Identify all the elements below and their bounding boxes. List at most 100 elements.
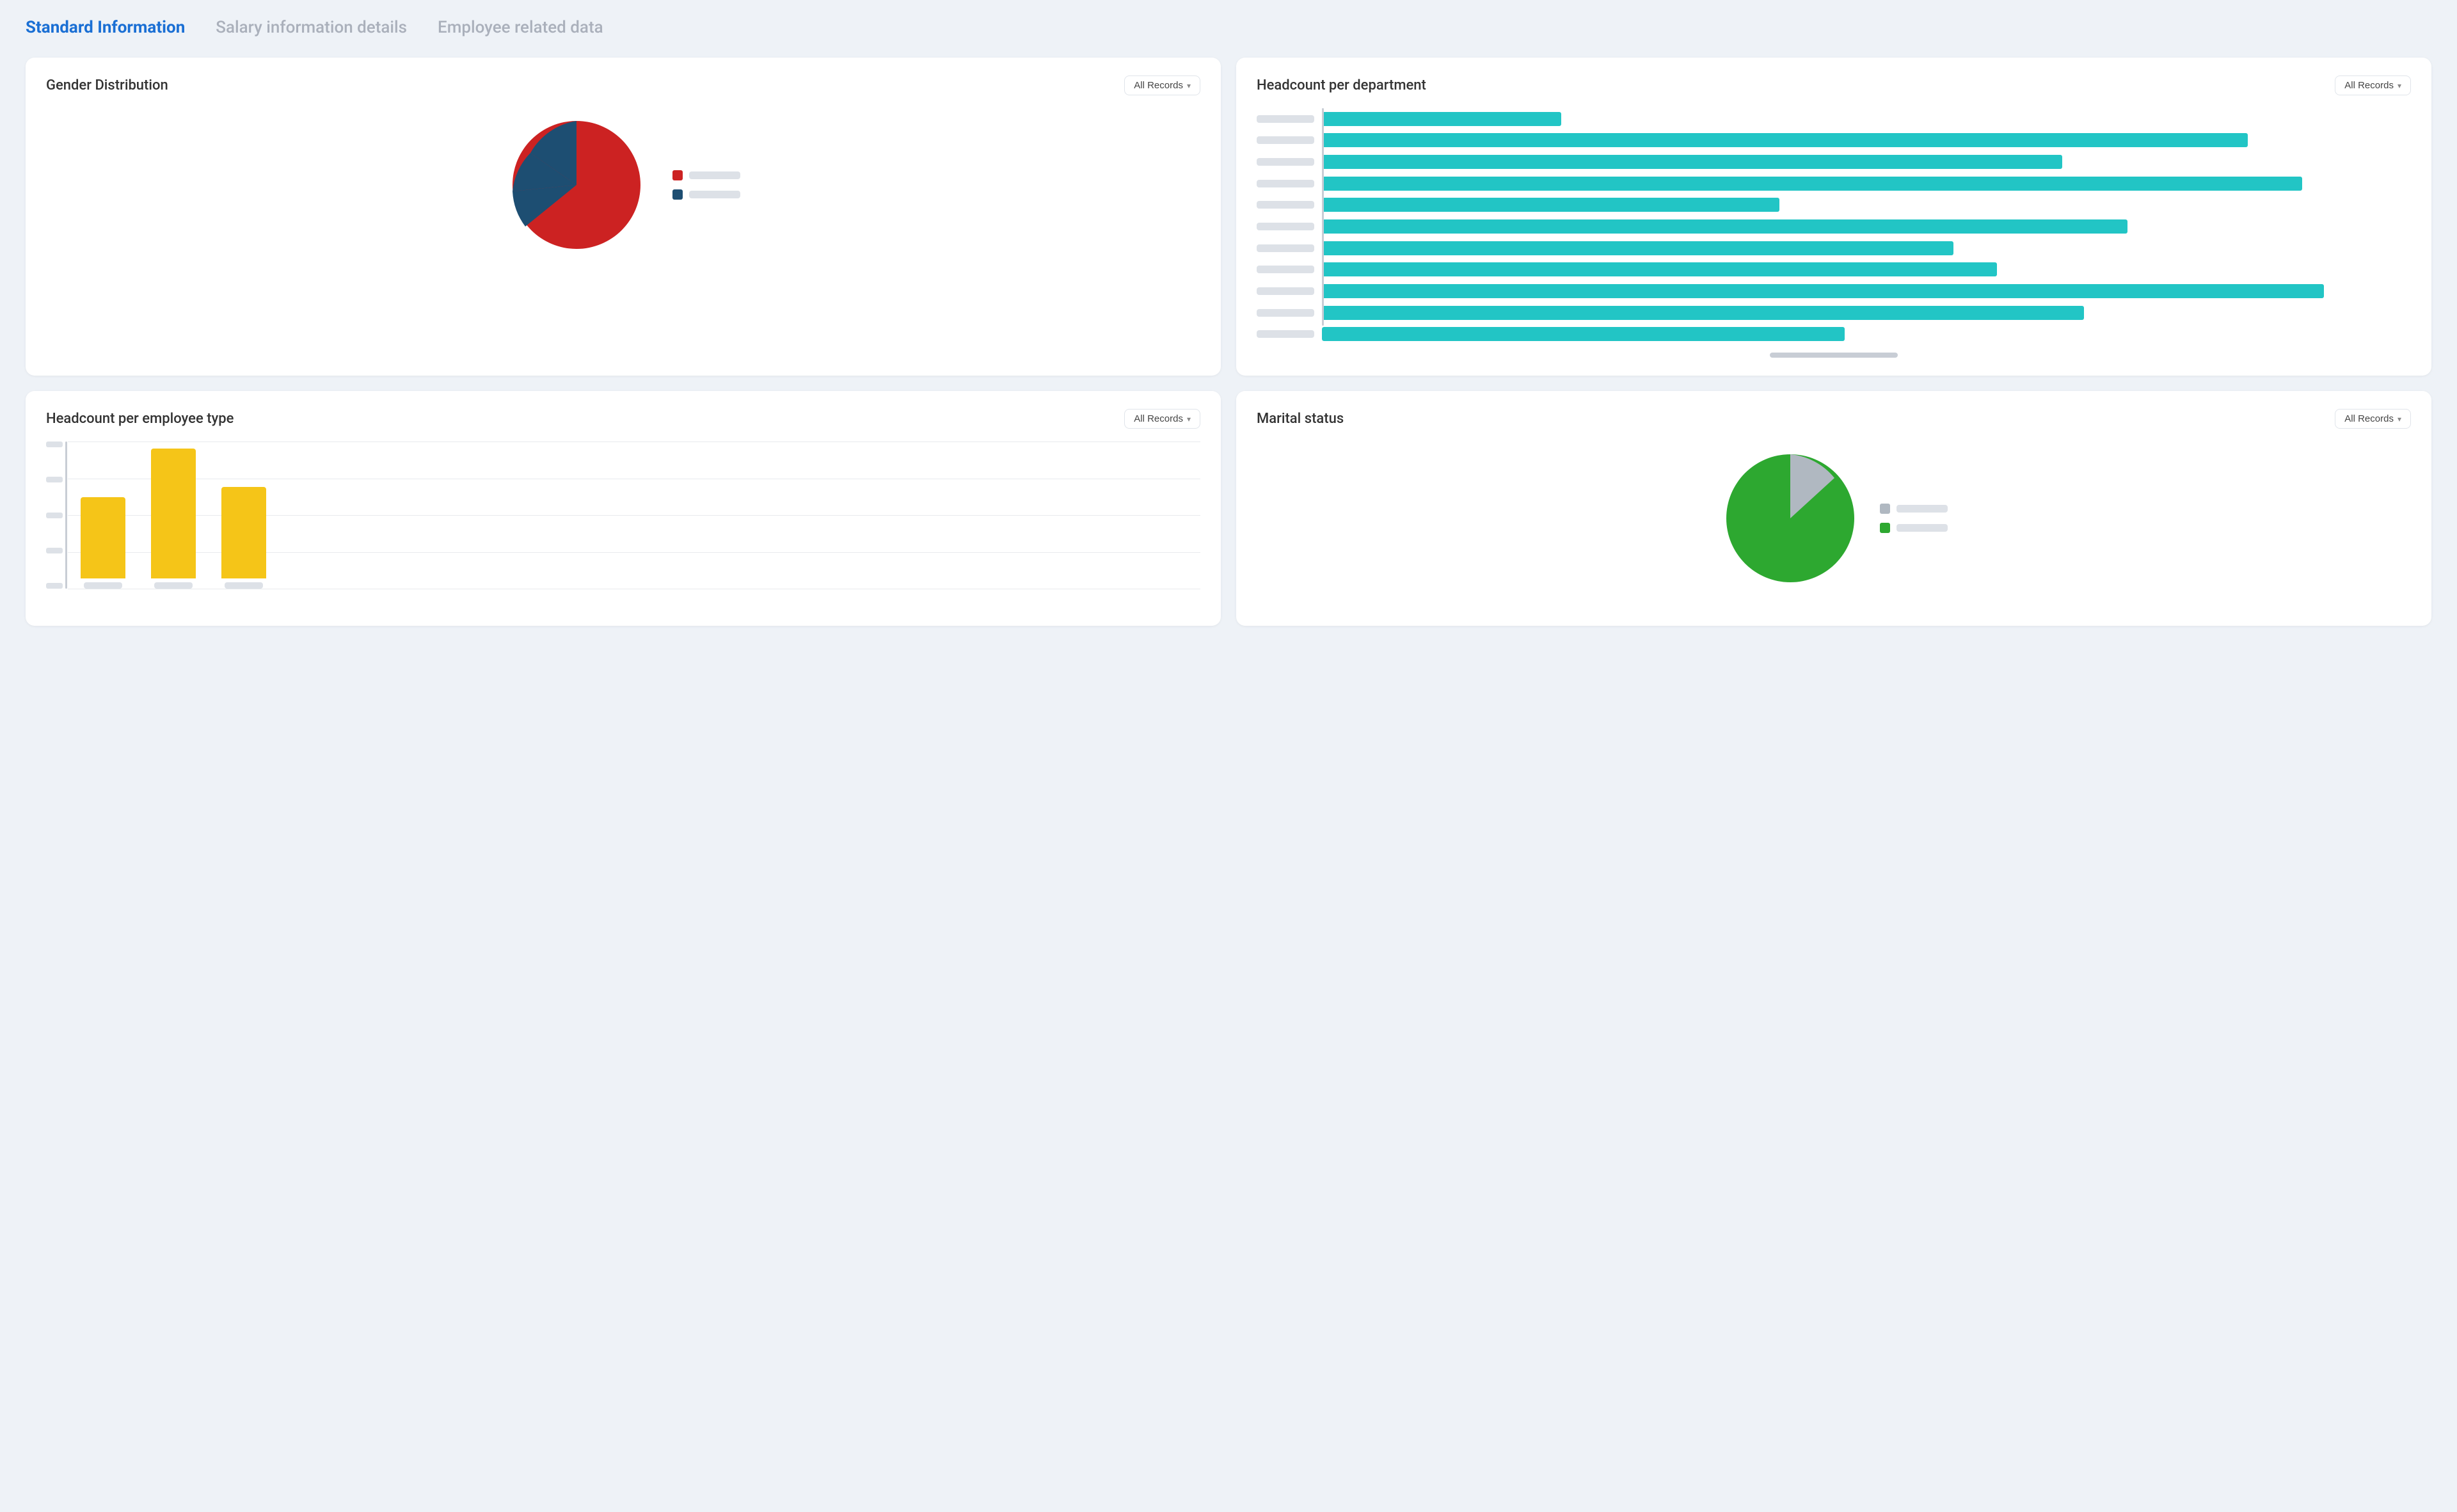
dept-bar-fill-11 — [1322, 327, 1845, 341]
marital-married-color — [1880, 523, 1890, 533]
marital-status-title: Marital status — [1257, 411, 1344, 427]
dept-bar-row-1 — [1257, 108, 2411, 130]
dept-bar-track-4 — [1322, 177, 2411, 191]
dept-bar-fill-8 — [1322, 262, 1997, 276]
gender-legend-female — [672, 170, 740, 180]
employee-type-bar-label-1 — [84, 582, 122, 589]
dept-bar-label-10 — [1257, 309, 1314, 317]
marital-legend — [1880, 504, 1948, 533]
gender-distribution-title: Gender Distribution — [46, 77, 168, 93]
gender-male-label — [689, 191, 740, 198]
dept-bar-track-11 — [1322, 327, 2411, 341]
dept-bar-track-3 — [1322, 155, 2411, 169]
headcount-dept-dropdown[interactable]: All Records ▾ — [2335, 76, 2411, 95]
headcount-dept-title: Headcount per department — [1257, 77, 1426, 93]
dept-bar-fill-4 — [1322, 177, 2302, 191]
dept-bar-fill-6 — [1322, 219, 2127, 234]
dept-bar-label-4 — [1257, 180, 1314, 187]
marital-single-label — [1896, 505, 1948, 513]
tab-salary-information[interactable]: Salary information details — [216, 18, 407, 40]
gender-distribution-dropdown[interactable]: All Records ▾ — [1124, 76, 1200, 95]
marital-pie-container — [1257, 442, 2411, 595]
dept-bar-fill-10 — [1322, 306, 2084, 320]
dept-bar-track-7 — [1322, 241, 2411, 255]
marital-status-header: Marital status All Records ▾ — [1257, 409, 2411, 429]
dept-bar-row-4 — [1257, 173, 2411, 195]
dept-bar-track-1 — [1322, 112, 2411, 126]
tabs-nav: Standard Information Salary information … — [26, 18, 2431, 40]
marital-status-dropdown-label: All Records — [2344, 413, 2394, 424]
employee-type-bar-label-2 — [154, 582, 193, 589]
headcount-dept-header: Headcount per department All Records ▾ — [1257, 76, 2411, 95]
dept-bar-label-1 — [1257, 115, 1314, 123]
headcount-employee-type-header: Headcount per employee type All Records … — [46, 409, 1200, 429]
dept-bar-label-5 — [1257, 201, 1314, 209]
gender-pie-container — [46, 108, 1200, 262]
dept-bar-track-2 — [1322, 133, 2411, 147]
dept-bar-fill-3 — [1322, 155, 2062, 169]
gender-distribution-header: Gender Distribution All Records ▾ — [46, 76, 1200, 95]
dept-scrollbar[interactable] — [1770, 353, 1898, 358]
dept-axis-vert — [1322, 108, 1324, 326]
employee-type-y-axis — [65, 442, 67, 589]
employee-type-bar-col-1 — [81, 497, 125, 589]
headcount-dept-card: Headcount per department All Records ▾ — [1236, 58, 2431, 376]
y-label-5 — [46, 583, 63, 589]
marital-legend-single — [1880, 504, 1948, 514]
y-label-4 — [46, 548, 63, 553]
marital-legend-married — [1880, 523, 1948, 533]
headcount-employee-type-title: Headcount per employee type — [46, 411, 234, 427]
headcount-employee-type-chart-wrapper — [46, 442, 1200, 608]
dept-bar-fill-2 — [1322, 133, 2248, 147]
headcount-employee-type-chevron-icon: ▾ — [1187, 415, 1191, 424]
dept-bar-row-8 — [1257, 259, 2411, 280]
marital-status-chevron-icon: ▾ — [2397, 415, 2401, 424]
dept-bar-row-3 — [1257, 151, 2411, 173]
tab-standard-information[interactable]: Standard Information — [26, 18, 185, 40]
headcount-employee-type-dropdown[interactable]: All Records ▾ — [1124, 409, 1200, 429]
employee-type-bar-fill-3 — [221, 487, 266, 578]
dept-bar-row-7 — [1257, 237, 2411, 259]
headcount-dept-chart-wrapper — [1257, 108, 2411, 358]
employee-type-bar-col-3 — [221, 487, 266, 589]
dept-bar-row-11 — [1257, 323, 2411, 345]
headcount-dept-bar-chart — [1257, 108, 2411, 345]
employee-type-bar-label-3 — [225, 582, 263, 589]
gender-male-color — [672, 189, 683, 200]
gender-female-color — [672, 170, 683, 180]
dept-bar-track-8 — [1322, 262, 2411, 276]
employee-type-bars — [68, 442, 1200, 589]
dept-bar-track-5 — [1322, 198, 2411, 212]
dept-bar-row-5 — [1257, 195, 2411, 216]
tab-employee-related-data[interactable]: Employee related data — [438, 18, 603, 40]
y-label-1 — [46, 442, 63, 447]
y-label-2 — [46, 477, 63, 482]
employee-type-bar-col-2 — [151, 449, 196, 589]
marital-status-card: Marital status All Records ▾ — [1236, 391, 2431, 626]
dept-bar-label-7 — [1257, 244, 1314, 252]
gender-distribution-card: Gender Distribution All Records ▾ — [26, 58, 1221, 376]
dept-bar-track-10 — [1322, 306, 2411, 320]
dept-bar-track-9 — [1322, 284, 2411, 298]
dept-bar-label-2 — [1257, 136, 1314, 144]
marital-single-color — [1880, 504, 1890, 514]
dept-bar-row-9 — [1257, 280, 2411, 302]
marital-status-dropdown[interactable]: All Records ▾ — [2335, 409, 2411, 429]
dept-bar-label-11 — [1257, 330, 1314, 338]
gender-distribution-chevron-icon: ▾ — [1187, 81, 1191, 90]
headcount-dept-dropdown-label: All Records — [2344, 80, 2394, 91]
dept-bar-label-8 — [1257, 266, 1314, 273]
dept-bar-fill-9 — [1322, 284, 2324, 298]
dept-bar-track-6 — [1322, 219, 2411, 234]
dept-bar-label-6 — [1257, 223, 1314, 230]
dept-bar-row-2 — [1257, 130, 2411, 152]
y-label-3 — [46, 513, 63, 518]
gender-legend-male — [672, 189, 740, 200]
employee-type-y-labels — [46, 442, 63, 589]
dept-bar-row-10 — [1257, 302, 2411, 324]
gender-pie-chart — [506, 115, 647, 255]
gender-legend — [672, 170, 740, 200]
headcount-employee-type-card: Headcount per employee type All Records … — [26, 391, 1221, 626]
dashboard-grid: Gender Distribution All Records ▾ — [26, 58, 2431, 626]
headcount-employee-type-dropdown-label: All Records — [1134, 413, 1183, 424]
